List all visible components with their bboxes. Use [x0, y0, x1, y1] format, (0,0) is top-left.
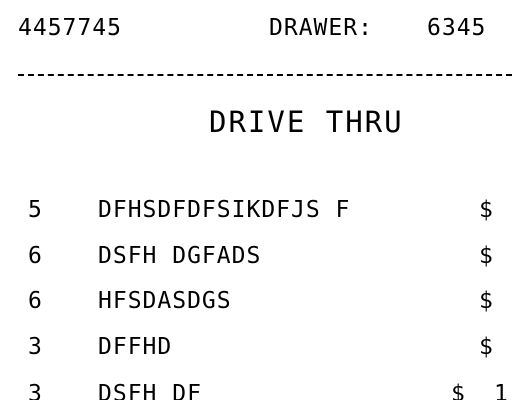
drawer-label: DRAWER:: [269, 15, 373, 41]
item-currency-4: $: [479, 334, 494, 360]
dashed-divider: [18, 74, 512, 76]
item-name-5: DSFH DF: [98, 381, 202, 400]
item-name-3: HFSDASDGS: [98, 288, 232, 314]
item-currency-1: $: [479, 197, 494, 223]
drawer-number: 6345: [427, 15, 487, 41]
item-qty-4: 3: [28, 334, 43, 360]
item-currency-5: $: [451, 381, 466, 400]
receipt-number: 4457745: [18, 15, 122, 41]
order-type-title: DRIVE THRU: [209, 105, 404, 139]
item-name-4: DFFHD: [98, 334, 173, 360]
receipt: 4457745 DRAWER: 6345 DRIVE THRU 5 DFHSDF…: [0, 0, 512, 400]
item-currency-3: $: [479, 288, 494, 314]
item-qty-1: 5: [28, 197, 43, 223]
item-qty-5: 3: [28, 381, 43, 400]
item-qty-2: 6: [28, 243, 43, 269]
item-qty-3: 6: [28, 288, 43, 314]
item-amount-5: 1: [494, 381, 509, 400]
item-name-1: DFHSDFDFSIKDFJS F: [98, 197, 351, 223]
item-name-2: DSFH DGFADS: [98, 243, 262, 269]
item-currency-2: $: [479, 243, 494, 269]
